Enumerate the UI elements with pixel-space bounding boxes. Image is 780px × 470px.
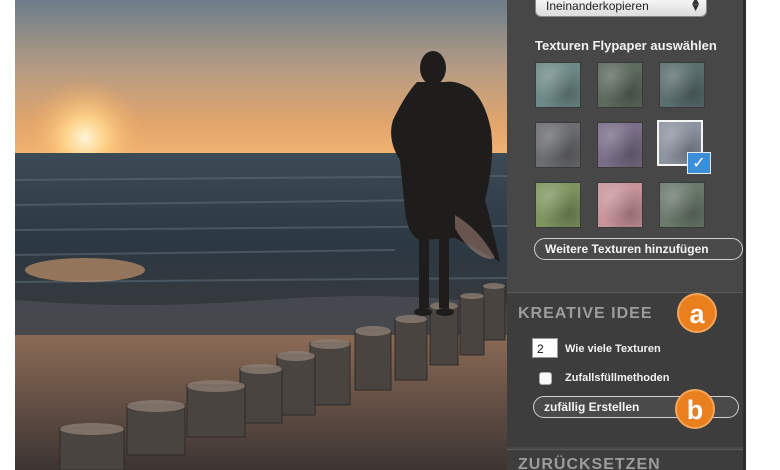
badge-b: b	[675, 389, 715, 429]
photo-preview	[15, 0, 507, 470]
add-textures-button[interactable]: Weitere Texturen hinzufügen	[534, 238, 743, 260]
texture-swatch-8[interactable]	[597, 182, 643, 228]
texture-swatch-3[interactable]	[659, 62, 705, 108]
textures-label: Texturen Flypaper auswählen	[535, 38, 717, 53]
reset-heading[interactable]: ZURÜCKSETZEN	[518, 456, 661, 470]
texture-swatch-9[interactable]	[659, 182, 705, 228]
beach-sunset-image	[15, 0, 507, 470]
texture-swatch-4[interactable]	[535, 122, 581, 168]
blend-mode-select[interactable]: Ineinanderkopieren ▲ ▼	[535, 0, 707, 17]
texture-swatch-7[interactable]	[535, 182, 581, 228]
texture-swatch-6[interactable]: ✓	[657, 120, 711, 174]
reset-section: ZURÜCKSETZEN	[507, 449, 743, 470]
texture-swatch-1[interactable]	[535, 62, 581, 108]
select-arrows-icon: ▲ ▼	[692, 0, 699, 13]
badge-a: a	[677, 293, 717, 333]
texture-count-label: Wie viele Texturen	[565, 343, 661, 355]
panel-divider	[743, 0, 746, 470]
checkmark-icon: ✓	[687, 152, 711, 174]
blend-mode-value: Ineinanderkopieren	[546, 0, 649, 13]
kreative-idee-heading: KREATIVE IDEE	[518, 305, 653, 322]
random-fill-checkbox[interactable]	[539, 372, 552, 385]
kreative-idee-section: KREATIVE IDEE a 2 Wie viele Texturen Zuf…	[507, 292, 743, 447]
texture-panel: Ineinanderkopieren ▲ ▼ Texturen Flypaper …	[507, 0, 743, 470]
random-fill-label: Zufallsfüllmethoden	[565, 372, 670, 384]
texture-count-input[interactable]: 2	[532, 338, 558, 358]
texture-swatch-5[interactable]	[597, 122, 643, 168]
texture-swatch-2[interactable]	[597, 62, 643, 108]
